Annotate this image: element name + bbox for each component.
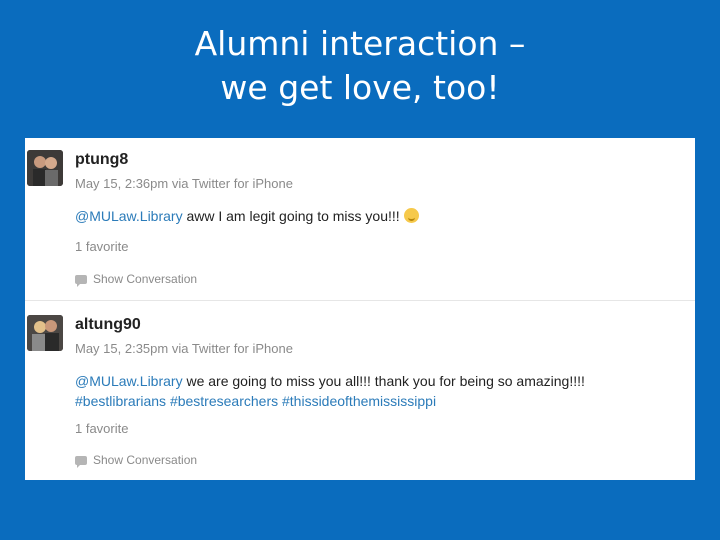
avatar[interactable] <box>27 150 63 186</box>
show-conversation-link[interactable]: Show Conversation <box>75 452 197 468</box>
speech-bubble-icon <box>75 275 87 287</box>
tweet-meta: May 15, 2:36pm via Twitter for iPhone <box>75 176 293 191</box>
mention-link[interactable]: @MULaw.Library <box>75 208 183 224</box>
smiling-face-icon <box>403 208 419 223</box>
slide-title: Alumni interaction – we get love, too! <box>0 22 720 110</box>
tweet-body: we are going to miss you all!!! thank yo… <box>182 373 585 389</box>
speech-bubble-icon <box>75 456 87 468</box>
tweet-text: @MULaw.Library aww I am legit going to m… <box>75 206 685 226</box>
tweet-item: ptung8 May 15, 2:36pm via Twitter for iP… <box>25 138 695 300</box>
favorite-count: 1 favorite <box>75 239 129 254</box>
tweets-panel: ptung8 May 15, 2:36pm via Twitter for iP… <box>25 138 695 480</box>
avatar[interactable] <box>27 315 63 351</box>
show-conversation-link[interactable]: Show Conversation <box>75 271 197 287</box>
slide-title-line-2: we get love, too! <box>220 68 500 107</box>
favorite-count: 1 favorite <box>75 421 129 436</box>
hashtag-links[interactable]: #bestlibrarians #bestresearchers #thissi… <box>75 393 436 409</box>
mention-link[interactable]: @MULaw.Library <box>75 373 183 389</box>
tweet-meta: May 15, 2:35pm via Twitter for iPhone <box>75 341 293 356</box>
username[interactable]: ptung8 <box>75 150 128 170</box>
slide-title-line-1: Alumni interaction – <box>194 24 526 63</box>
tweet-item: altung90 May 15, 2:35pm via Twitter for … <box>25 301 695 480</box>
show-conversation-label: Show Conversation <box>93 272 198 286</box>
tweet-body: aww I am legit going to miss you!!! <box>182 208 400 224</box>
show-conversation-label: Show Conversation <box>93 453 198 467</box>
tweet-text: @MULaw.Library we are going to miss you … <box>75 371 685 411</box>
username[interactable]: altung90 <box>75 315 141 335</box>
